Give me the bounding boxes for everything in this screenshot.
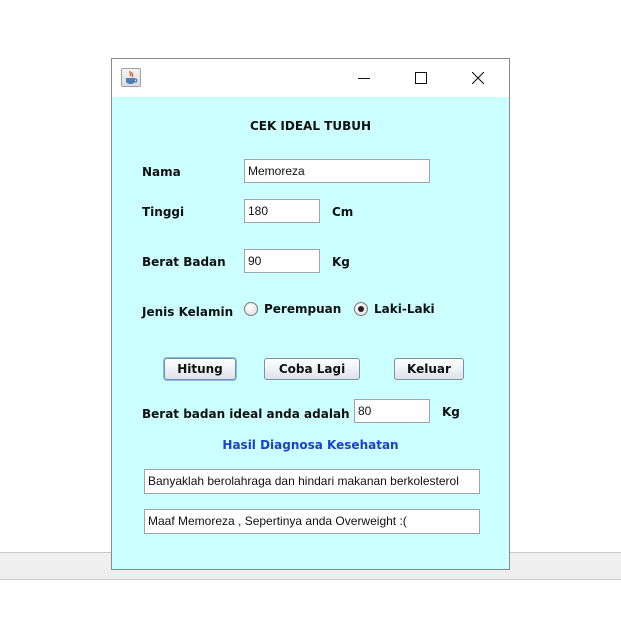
berat-label: Berat Badan [142,255,226,269]
keluar-button[interactable]: Keluar [394,358,464,380]
radio-laki-laki-label[interactable]: Laki-Laki [374,302,435,316]
ideal-weight-unit: Kg [442,405,460,419]
nama-input[interactable]: Memoreza [244,159,430,183]
message-text-field[interactable]: Maaf Memoreza , Sepertinya anda Overweig… [144,509,480,534]
form-title: CEK IDEAL TUBUH [249,119,372,133]
radio-laki-laki[interactable] [354,302,368,316]
java-coffee-icon [121,68,141,87]
radio-perempuan[interactable] [244,302,258,316]
minimize-button[interactable] [341,59,387,97]
minimize-icon [358,78,370,79]
maximize-icon [415,72,427,84]
diagnosa-text-field[interactable]: Banyaklah berolahraga dan hindari makana… [144,469,480,494]
berat-unit: Kg [332,255,350,269]
coba-lagi-button[interactable]: Coba Lagi [264,358,360,380]
hitung-button[interactable]: Hitung [164,358,236,380]
nama-label: Nama [142,165,181,179]
radio-selected-dot [358,306,364,312]
radio-perempuan-label[interactable]: Perempuan [264,302,341,316]
diagnosa-title: Hasil Diagnosa Kesehatan [222,438,399,452]
jenis-kelamin-label: Jenis Kelamin [142,305,234,319]
tinggi-unit: Cm [332,205,354,219]
berat-input[interactable]: 90 [244,249,320,273]
ideal-weight-label: Berat badan ideal anda adalah [142,407,350,421]
ideal-weight-output[interactable]: 80 [354,399,430,423]
maximize-button[interactable] [398,59,444,97]
close-icon [472,72,484,84]
close-button[interactable] [455,59,501,97]
tinggi-label: Tinggi [142,205,185,219]
tinggi-input[interactable]: 180 [244,199,320,223]
title-bar[interactable] [112,59,509,97]
app-window: CEK IDEAL TUBUH Nama Memoreza Tinggi 180… [111,58,510,570]
